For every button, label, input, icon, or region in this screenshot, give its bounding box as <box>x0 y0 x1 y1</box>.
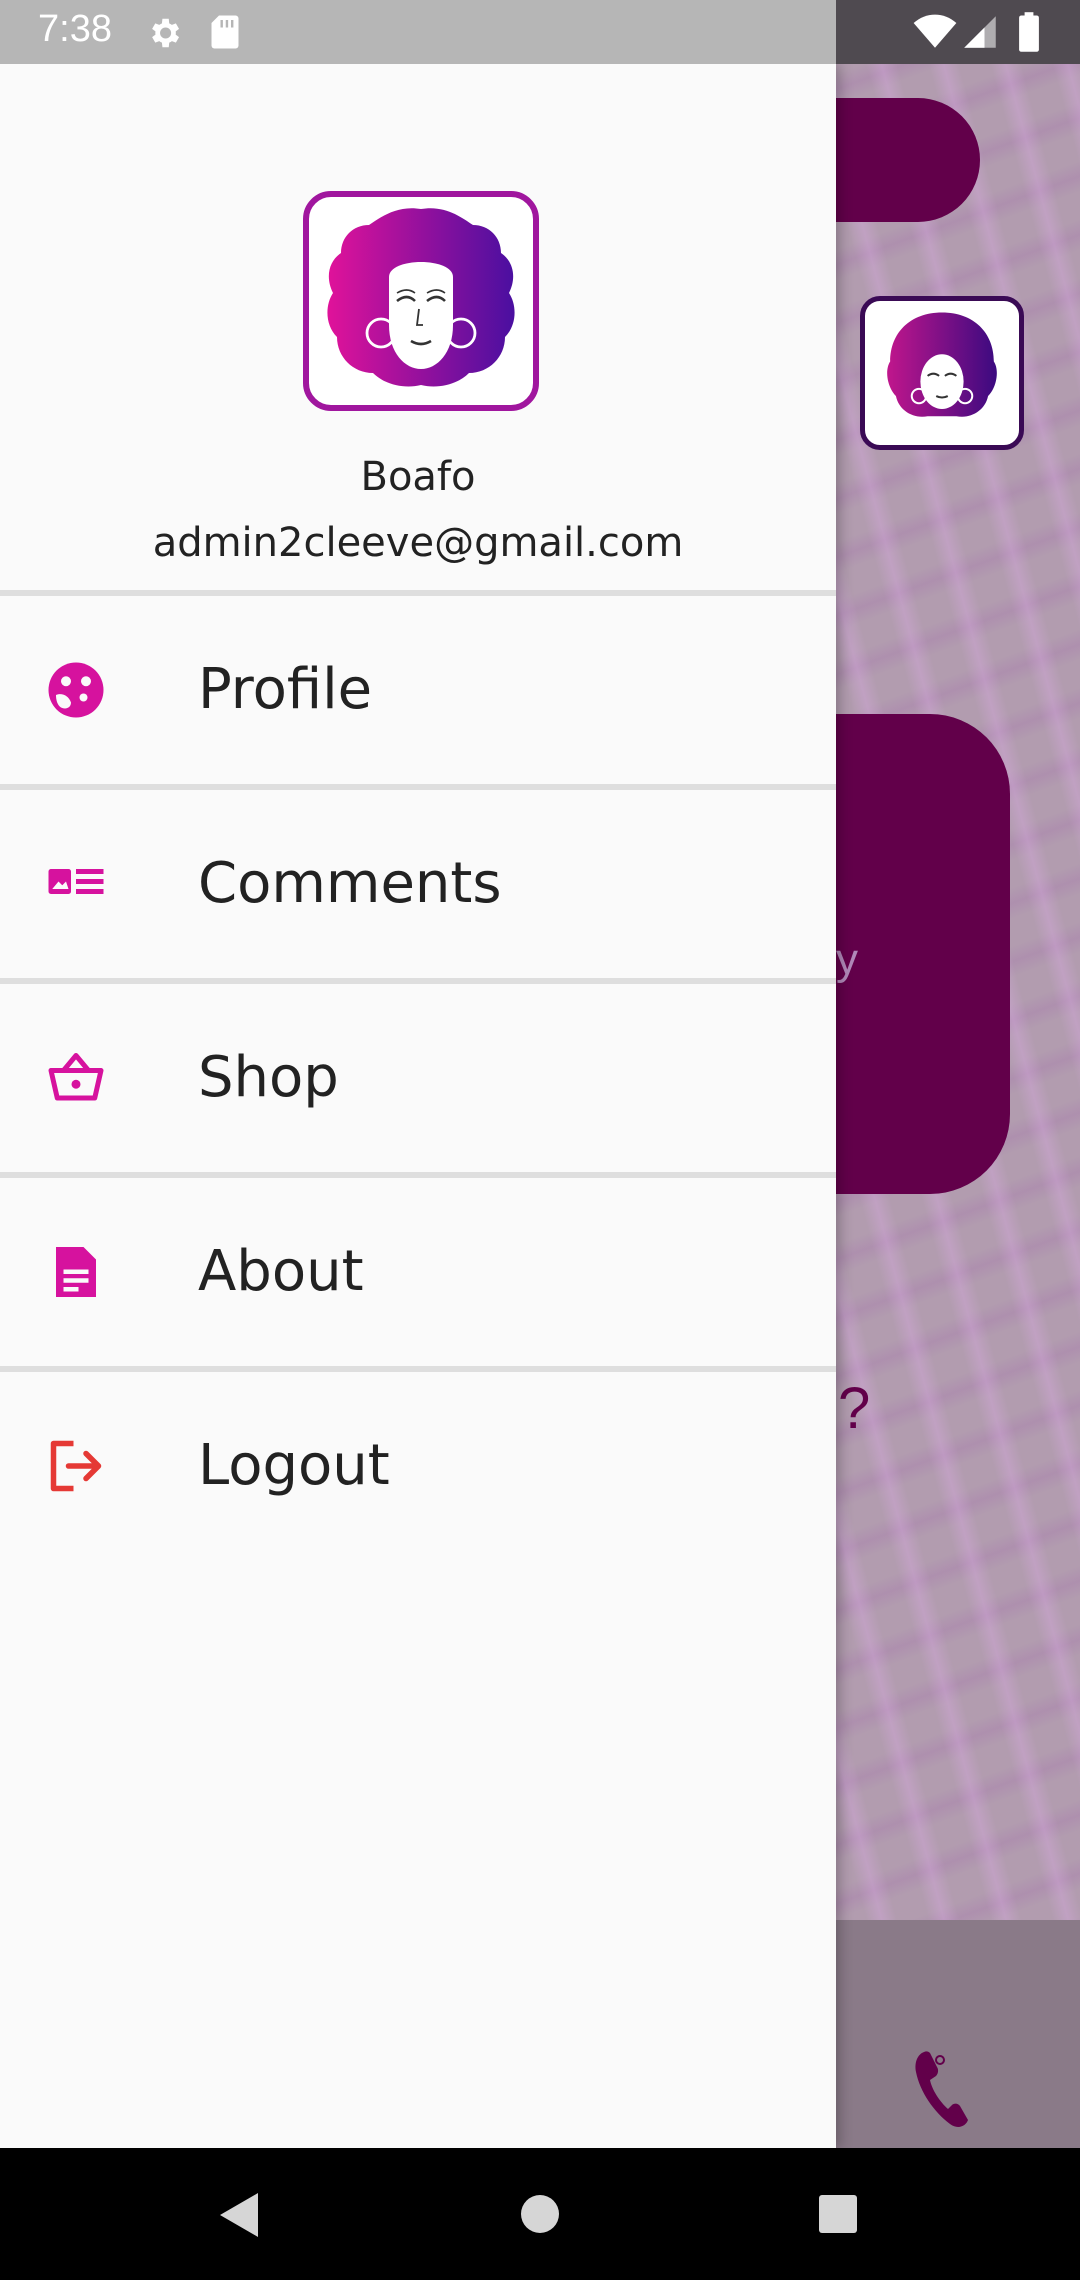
sd-card-icon <box>211 15 239 49</box>
menu-item-logout[interactable]: Logout <box>0 1372 836 1560</box>
afro-woman-logo-icon <box>887 312 997 417</box>
menu-item-about[interactable]: About <box>0 1178 836 1366</box>
menu-item-label: Profile <box>198 657 373 722</box>
menu-item-profile[interactable]: Profile <box>0 596 836 784</box>
phone-icon <box>915 2051 968 2127</box>
wifi-icon <box>913 14 957 48</box>
comments-card-icon <box>48 869 104 894</box>
status-bar: 7:38 <box>0 0 1080 64</box>
signal-icon <box>964 16 996 48</box>
background-card-text: y <box>836 935 858 984</box>
menu-item-label: Logout <box>198 1433 390 1498</box>
system-navigation-bar <box>0 2148 1080 2280</box>
gear-icon <box>152 18 180 48</box>
document-icon <box>56 1247 96 1297</box>
user-name: Boafo <box>360 454 476 500</box>
menu-item-label: Comments <box>198 851 502 916</box>
screen: y ? 7:38 Boafo admin2cleeve@gmail.com Pr… <box>0 0 1080 2280</box>
menu-item-label: About <box>198 1239 364 1304</box>
user-email: admin2cleeve@gmail.com <box>152 520 684 566</box>
app-logo <box>303 191 539 411</box>
background-logo <box>860 296 1024 450</box>
status-time: 7:38 <box>38 8 112 50</box>
back-button[interactable] <box>216 2190 262 2240</box>
recents-button[interactable] <box>818 2194 858 2234</box>
home-button[interactable] <box>520 2194 560 2234</box>
background-question-text: ? <box>838 1376 871 1441</box>
menu-item-comments[interactable]: Comments <box>0 790 836 978</box>
drawer-header: Boafo admin2cleeve@gmail.com <box>0 64 836 590</box>
logout-icon <box>50 1440 102 1492</box>
profile-palette-icon <box>48 662 104 718</box>
navigation-drawer: Boafo admin2cleeve@gmail.com Profile Com… <box>0 64 836 2148</box>
menu-item-shop[interactable]: Shop <box>0 984 836 1172</box>
basket-icon <box>48 1053 104 1101</box>
menu-item-label: Shop <box>198 1045 339 1110</box>
battery-icon <box>1019 12 1039 52</box>
afro-woman-logo-icon <box>327 208 515 387</box>
